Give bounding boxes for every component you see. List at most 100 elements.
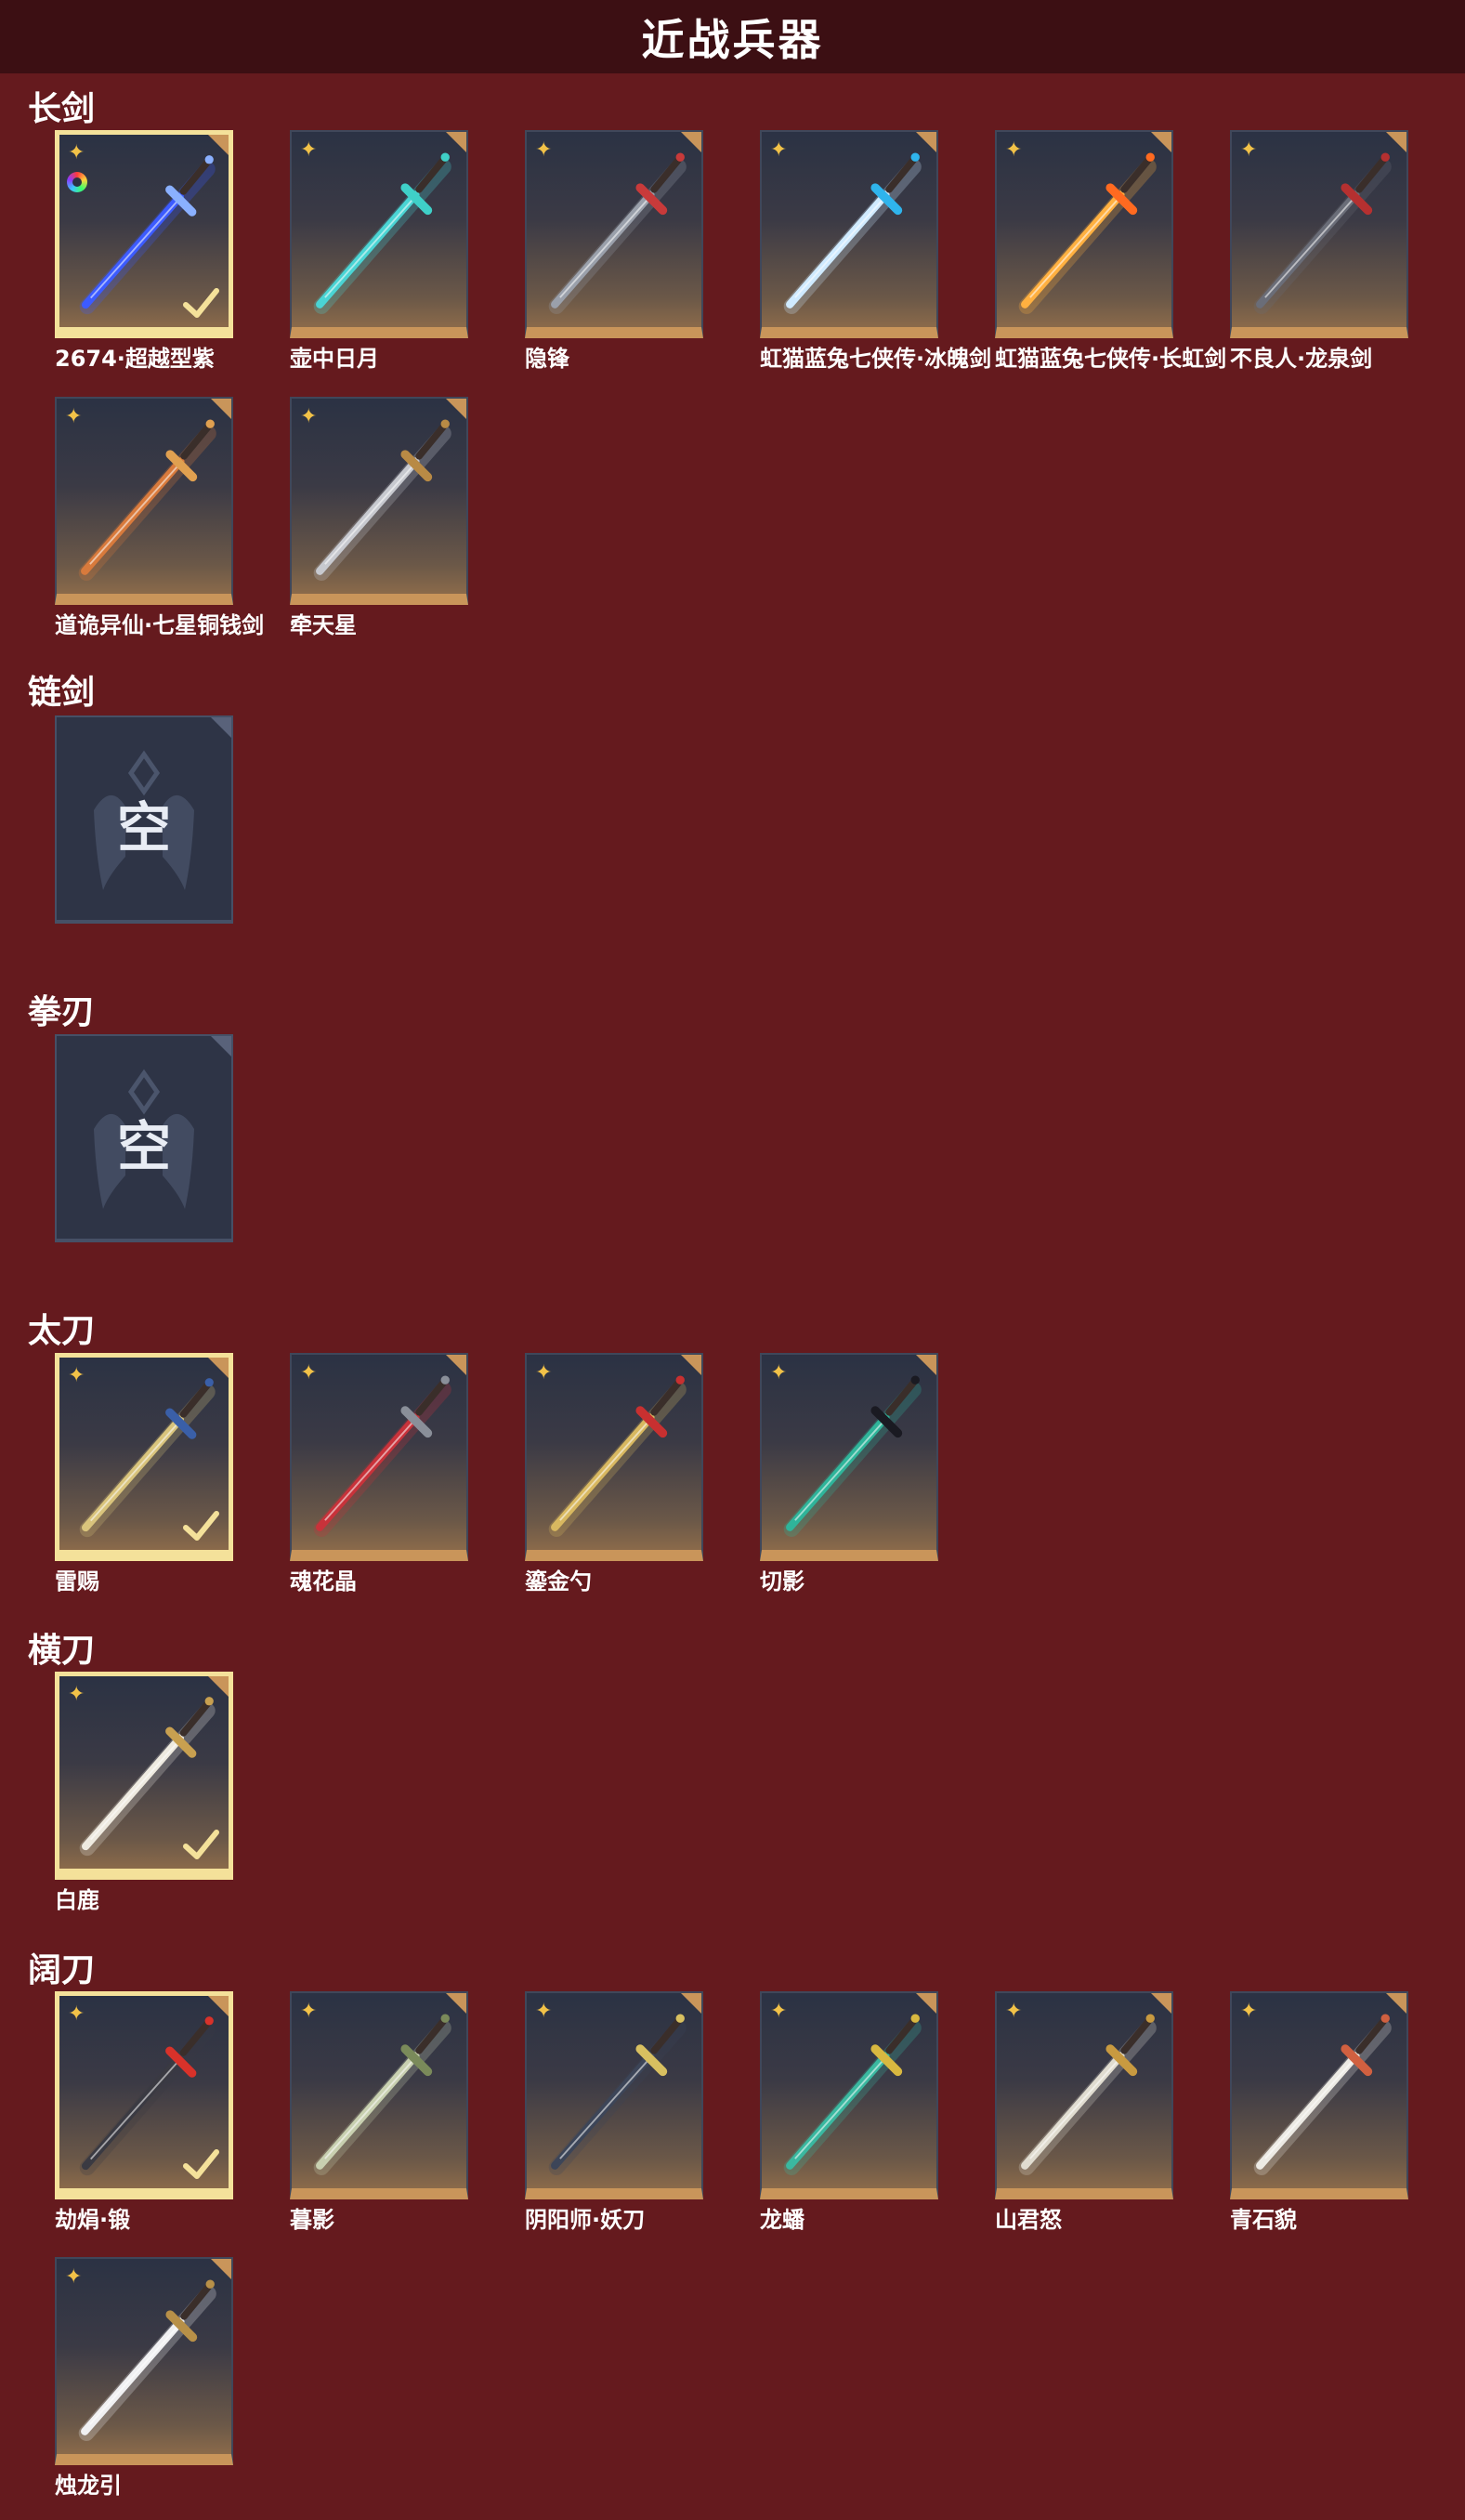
page-title: 近战兵器 [641,14,824,65]
corner-tab-icon [208,1676,229,1697]
weapon-card[interactable]: ✦ [760,1991,938,2199]
star-icon: ✦ [65,405,83,428]
section-title: 横刀 [28,1632,96,1670]
corner-tab-icon [208,1358,229,1378]
weapon-art [783,152,922,314]
corner-tab-icon [446,1993,466,2014]
corner-tab-icon [446,399,466,419]
weapon-card[interactable]: ✦ [290,397,468,605]
weapon-card[interactable]: ✦ [760,130,938,338]
weapon-name: 暮影 [290,2207,334,2233]
weapon-art [783,2014,922,2175]
weapon-name: 不良人·龙泉剑 [1230,346,1373,372]
corner-tab-icon [916,132,936,152]
star-icon: ✦ [770,1361,788,1385]
weapon-art [548,1375,687,1537]
weapon-name: 魂花晶 [290,1568,357,1595]
star-icon: ✦ [1005,138,1023,162]
star-icon: ✦ [300,405,318,428]
weapon-card[interactable]: ✦ [1230,130,1408,338]
weapon-art [548,2014,687,2175]
corner-tab-icon [211,2259,231,2279]
corner-tab-icon [916,1993,936,2014]
weapon-card[interactable]: ✦ [525,130,703,338]
weapon-card[interactable]: ✦ [55,2257,233,2465]
weapon-art [313,1375,451,1537]
checkmark-icon [183,2149,219,2179]
section-title: 链剑 [28,674,96,712]
corner-tab-icon [211,717,231,738]
weapon-name: 雷赐 [55,1568,99,1595]
weapon-name: 劫焆·锻 [55,2207,131,2233]
star-icon: ✦ [535,138,553,162]
corner-tab-icon [916,1355,936,1375]
weapon-card[interactable]: ✦ [55,130,233,338]
empty-weapon-slot[interactable]: 空 [55,715,233,924]
star-icon: ✦ [770,138,788,162]
weapon-name: 鎏金勺 [525,1568,592,1595]
weapon-name: 青石貌 [1230,2207,1297,2233]
weapon-name: 切影 [760,1568,804,1595]
corner-tab-icon [1151,132,1171,152]
star-icon: ✦ [770,2000,788,2023]
corner-tab-icon [208,135,229,155]
weapon-card[interactable]: ✦ [525,1991,703,2199]
weapon-art [78,419,216,581]
section-title: 拳刃 [28,993,96,1031]
weapon-name: 隐锋 [525,346,569,372]
corner-tab-icon [208,1996,229,2016]
star-icon: ✦ [68,1683,85,1706]
weapon-art [1018,2014,1157,2175]
weapon-card[interactable]: ✦ [290,130,468,338]
weapon-name: 龙蟠 [760,2207,804,2233]
star-icon: ✦ [1005,2000,1023,2023]
weapon-art [548,152,687,314]
weapon-card[interactable]: ✦ [290,1991,468,2199]
star-icon: ✦ [68,1364,85,1387]
weapon-card[interactable]: ✦ [55,397,233,605]
weapon-art [313,2014,451,2175]
corner-tab-icon [211,1036,231,1057]
weapon-card[interactable]: ✦ [995,130,1173,338]
weapon-card[interactable]: ✦ [1230,1991,1408,2199]
section-title: 太刀 [28,1312,96,1350]
rainbow-ring-icon [67,172,87,192]
empty-slot-label: 空 [116,1115,171,1178]
weapon-name: 虹猫蓝兔七侠传·长虹剑 [995,346,1227,372]
checkmark-icon [183,1830,219,1859]
weapon-name: 道诡异仙·七星铜钱剑 [55,612,265,638]
corner-tab-icon [1151,1993,1171,2014]
weapon-card[interactable]: ✦ [525,1353,703,1561]
weapon-name: 壶中日月 [290,346,379,372]
weapon-card[interactable]: ✦ [290,1353,468,1561]
star-icon: ✦ [68,141,85,164]
empty-slot-label: 空 [116,796,171,860]
empty-weapon-slot[interactable]: 空 [55,1034,233,1242]
star-icon: ✦ [300,138,318,162]
weapon-art [78,2279,216,2441]
weapon-card[interactable]: ✦ [995,1991,1173,2199]
weapon-art [313,419,451,581]
section-title: 长剑 [28,90,96,128]
checkmark-icon [183,288,219,318]
weapon-name: 烛龙引 [55,2473,122,2499]
weapon-name: 2674·超越型紫 [55,346,215,372]
weapon-card[interactable]: ✦ [55,1353,233,1561]
weapon-name: 牵天星 [290,612,357,638]
star-icon: ✦ [1240,138,1258,162]
corner-tab-icon [446,132,466,152]
star-icon: ✦ [535,1361,553,1385]
corner-tab-icon [211,399,231,419]
star-icon: ✦ [65,2265,83,2289]
section-title: 阔刀 [28,1951,96,1989]
corner-tab-icon [1386,1993,1406,2014]
weapon-art [1253,152,1392,314]
weapon-name: 虹猫蓝兔七侠传·冰魄剑 [760,346,992,372]
weapon-card[interactable]: ✦ [55,1672,233,1880]
weapon-card[interactable]: ✦ [55,1991,233,2199]
weapon-card[interactable]: ✦ [760,1353,938,1561]
star-icon: ✦ [300,1361,318,1385]
corner-tab-icon [681,1993,701,2014]
weapon-art [1018,152,1157,314]
star-icon: ✦ [68,2002,85,2026]
